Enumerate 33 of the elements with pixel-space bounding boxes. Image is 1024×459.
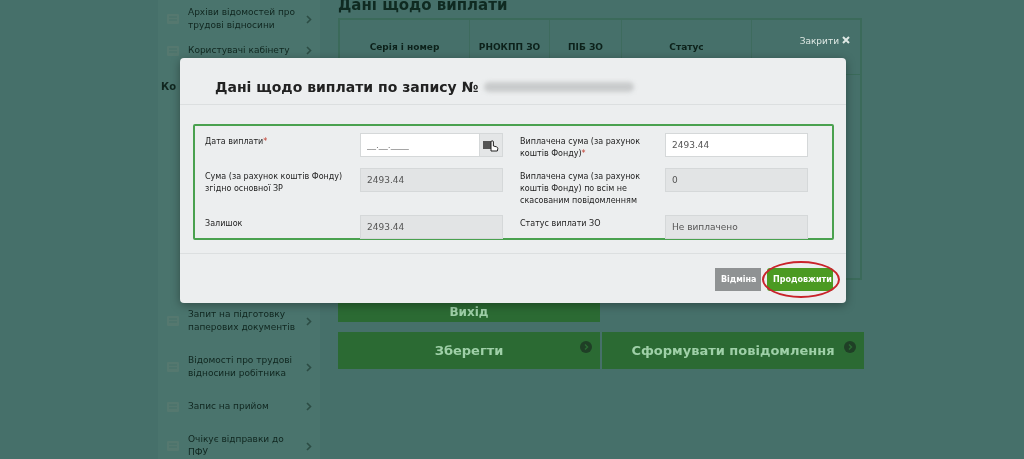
sidebar-item[interactable]: Очікує відправки до ПФУ bbox=[158, 427, 320, 459]
field-label: Статус виплати ЗО bbox=[520, 218, 602, 230]
field-label: Дата виплати* bbox=[205, 136, 269, 148]
sidebar-item[interactable]: Архіви відомостей про трудові відносини bbox=[158, 0, 320, 38]
action-button[interactable]: Сформувати повідомлення bbox=[602, 332, 864, 369]
chevron-icon bbox=[306, 362, 312, 372]
field-label: Залишок bbox=[205, 218, 244, 230]
chevron-icon bbox=[306, 441, 312, 451]
sidebar-item[interactable]: Запит на підготовку паперових документів bbox=[158, 302, 320, 340]
close-link[interactable]: Закрити bbox=[799, 36, 839, 46]
chevron-icon bbox=[306, 14, 312, 24]
field-label: Виплачена сума (за рахунок коштів Фонду)* bbox=[520, 136, 642, 160]
document-icon bbox=[166, 44, 180, 57]
sidebar-item[interactable]: Відомості про трудові відносини робітника bbox=[158, 348, 320, 386]
section-heading: Ко bbox=[161, 81, 177, 92]
continue-button[interactable]: Продовжити bbox=[767, 268, 833, 291]
action-button[interactable]: Зберегти bbox=[338, 332, 600, 369]
chevron-icon bbox=[306, 402, 312, 411]
calendar-button[interactable] bbox=[479, 133, 503, 157]
arrow-circle-icon bbox=[844, 341, 856, 353]
field-label: Сума (за рахунок коштів Фонду) згідно основної ЗР bbox=[205, 171, 344, 195]
chevron-icon bbox=[306, 46, 312, 55]
dialog-title: Дані щодо виплати по запису № bbox=[215, 79, 479, 95]
sidebar-item[interactable]: Запис на прийом bbox=[158, 394, 320, 419]
close-icon[interactable] bbox=[842, 36, 850, 44]
arrow-circle-icon bbox=[580, 341, 592, 353]
date-field[interactable]: __.__.____ bbox=[360, 133, 479, 157]
hand-cursor-icon bbox=[483, 138, 499, 152]
cancel-button[interactable]: Відміна bbox=[715, 268, 761, 291]
sidebar-item[interactable]: Користувачі кабінету bbox=[158, 38, 320, 63]
input-field[interactable]: 2493.44 bbox=[665, 133, 808, 157]
chevron-icon bbox=[306, 316, 312, 326]
field-label: Виплачена сума (за рахунок коштів Фонду) по всім не скасованим повідомленням bbox=[520, 171, 642, 207]
